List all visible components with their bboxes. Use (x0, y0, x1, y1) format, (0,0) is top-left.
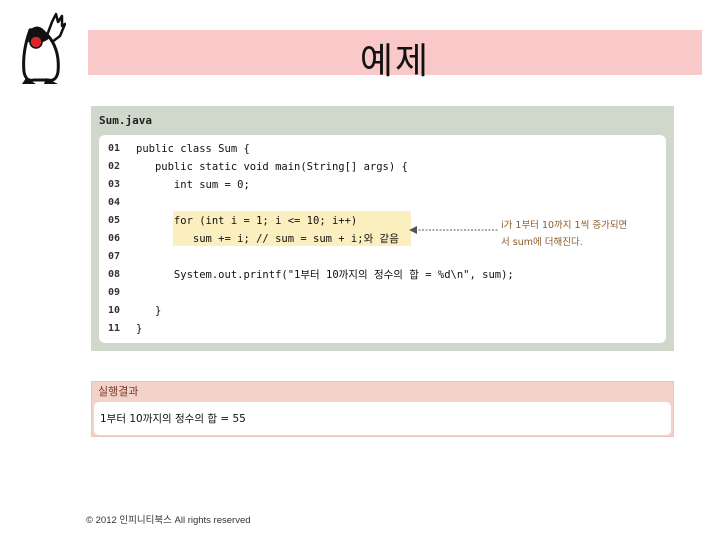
result-output: 1부터 10까지의 정수의 합 = 55 (100, 413, 246, 425)
line-number: 08 (108, 269, 121, 280)
line-number: 11 (108, 323, 121, 334)
code-line: 10 } (99, 302, 659, 320)
result-box: 1부터 10까지의 정수의 합 = 55 (94, 402, 671, 435)
line-number: 05 (108, 215, 121, 226)
code-filename: Sum.java (99, 114, 152, 127)
line-number: 03 (108, 179, 121, 190)
code-line: 01 public class Sum { (99, 140, 659, 158)
line-code: for (int i = 1; i <= 10; i++) (136, 215, 358, 227)
line-code: public class Sum { (136, 143, 250, 155)
line-code: sum += i; // sum = sum + i;와 같음 (136, 233, 399, 245)
footer-copyright: © 2012 인피니티북스 All rights reserved (86, 515, 251, 526)
duke-logo-icon (16, 12, 67, 86)
line-code: } (136, 323, 143, 335)
code-line: 04 (99, 194, 659, 212)
result-title: 실행결과 (98, 385, 139, 398)
code-panel: Sum.java 01 public class Sum { 02 public s… (91, 106, 674, 351)
line-code: int sum = 0; (136, 179, 250, 191)
line-number: 06 (108, 233, 121, 244)
code-line: 08 System.out.printf("1부터 10까지의 정수의 합 = … (99, 266, 659, 284)
line-code: } (136, 305, 162, 317)
line-number: 10 (108, 305, 121, 316)
title-band: 예제 (88, 30, 702, 82)
callout-arrow-icon (409, 226, 499, 234)
slide-title: 예제 (359, 41, 431, 82)
code-line: 09 (99, 284, 659, 302)
line-code: System.out.printf("1부터 10까지의 정수의 합 = %d\… (136, 269, 514, 281)
callout-line-2: 서 sum에 더해진다. (501, 237, 583, 248)
line-number: 07 (108, 251, 121, 262)
loop-callout: i가 1부터 10까지 1씩 증가되면 서 sum에 더해진다. (501, 217, 641, 251)
line-number: 02 (108, 161, 121, 172)
result-panel: 실행결과 1부터 10까지의 정수의 합 = 55 (91, 381, 674, 437)
line-number: 09 (108, 287, 121, 298)
line-number: 04 (108, 197, 121, 208)
code-line: 02 public static void main(String[] args… (99, 158, 659, 176)
line-code: public static void main(String[] args) { (136, 161, 408, 173)
code-line: 03 int sum = 0; (99, 176, 659, 194)
callout-line-1: i가 1부터 10까지 1씩 증가되면 (501, 220, 628, 231)
line-number: 01 (108, 143, 121, 154)
code-line: 11} (99, 320, 659, 338)
